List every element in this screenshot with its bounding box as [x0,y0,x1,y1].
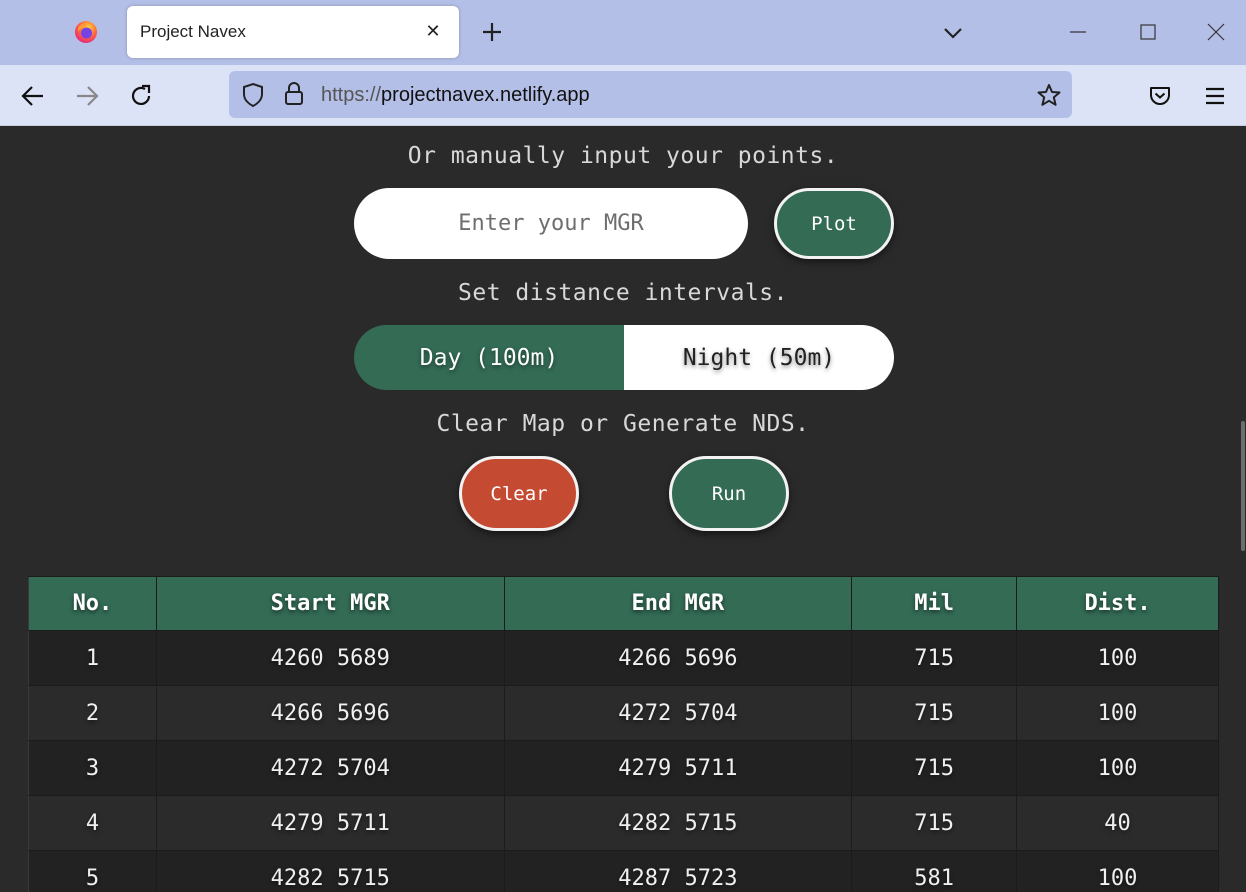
url-text[interactable]: https://projectnavex.netlify.app [321,84,590,107]
tab-close-icon[interactable]: ✕ [421,20,445,44]
table-row: 3 4272 5704 4279 5711 715 100 [28,740,1219,796]
header-dist: Dist. [1016,576,1219,631]
cell-start-mgr: 4272 5704 [155,740,505,796]
url-host: projectnavex.netlify.app [381,84,590,106]
action-prompt: Clear Map or Generate NDS. [436,411,810,437]
minimize-icon[interactable] [1066,20,1090,44]
header-no: No. [28,576,157,631]
table-row: 2 4266 5696 4272 5704 715 100 [28,685,1219,741]
cell-dist: 100 [1016,685,1219,741]
shield-icon[interactable] [241,82,265,108]
cell-mil: 715 [851,630,1018,686]
plot-button[interactable]: Plot [774,188,894,259]
cell-no: 1 [28,630,157,686]
cell-end-mgr: 4287 5723 [503,850,853,892]
new-tab-plus-icon[interactable] [478,18,506,46]
nds-table: No. Start MGR End MGR Mil Dist. 1 4260 5… [28,576,1219,892]
cell-end-mgr: 4266 5696 [503,630,853,686]
maximize-icon[interactable] [1136,20,1160,44]
cell-dist: 40 [1016,795,1219,851]
cell-start-mgr: 4266 5696 [155,685,505,741]
night-interval-option[interactable]: Night (50m) [624,325,894,390]
run-button[interactable]: Run [669,456,789,531]
back-arrow-icon[interactable] [18,81,48,111]
clear-button[interactable]: Clear [459,456,579,531]
tab-title: Project Navex [140,22,246,41]
window-close-icon[interactable] [1204,20,1228,44]
scrollbar-thumb[interactable] [1241,421,1245,551]
page-content: Or manually input your points. Plot Set … [0,126,1246,892]
cell-start-mgr: 4279 5711 [155,795,505,851]
pocket-icon[interactable] [1147,83,1173,109]
cell-mil: 715 [851,685,1018,741]
browser-tab-bar: Project Navex ✕ [0,0,1246,65]
table-header-row: No. Start MGR End MGR Mil Dist. [28,576,1219,631]
header-end-mgr: End MGR [503,576,853,631]
manual-input-prompt: Or manually input your points. [407,143,839,169]
cell-no: 3 [28,740,157,796]
star-icon[interactable] [1036,82,1062,108]
hamburger-menu-icon[interactable] [1202,83,1228,109]
cell-end-mgr: 4279 5711 [503,740,853,796]
url-bar[interactable]: https://projectnavex.netlify.app [229,71,1072,118]
cell-no: 4 [28,795,157,851]
url-protocol: https:// [321,84,382,106]
cell-dist: 100 [1016,740,1219,796]
cell-dist: 100 [1016,850,1219,892]
day-interval-option[interactable]: Day (100m) [354,325,624,390]
cell-end-mgr: 4272 5704 [503,685,853,741]
cell-start-mgr: 4282 5715 [155,850,505,892]
cell-mil: 715 [851,795,1018,851]
table-row: 5 4282 5715 4287 5723 581 100 [28,850,1219,892]
table-row: 1 4260 5689 4266 5696 715 100 [28,630,1219,686]
interval-toggle: Day (100m) Night (50m) [354,325,894,390]
forward-arrow-icon[interactable] [72,81,102,111]
mgr-input[interactable] [354,188,748,259]
interval-prompt: Set distance intervals. [458,280,788,306]
header-mil: Mil [851,576,1018,631]
active-tab[interactable]: Project Navex ✕ [127,6,459,58]
cell-no: 2 [28,685,157,741]
cell-mil: 715 [851,740,1018,796]
chevron-down-icon[interactable] [940,20,966,46]
cell-no: 5 [28,850,157,892]
table-row: 4 4279 5711 4282 5715 715 40 [28,795,1219,851]
cell-dist: 100 [1016,630,1219,686]
cell-mil: 581 [851,850,1018,892]
firefox-logo-icon[interactable] [74,20,98,44]
cell-start-mgr: 4260 5689 [155,630,505,686]
reload-icon[interactable] [126,81,156,111]
header-start-mgr: Start MGR [155,576,505,631]
browser-nav-bar: https://projectnavex.netlify.app [0,65,1246,126]
lock-icon[interactable] [283,81,305,107]
cell-end-mgr: 4282 5715 [503,795,853,851]
